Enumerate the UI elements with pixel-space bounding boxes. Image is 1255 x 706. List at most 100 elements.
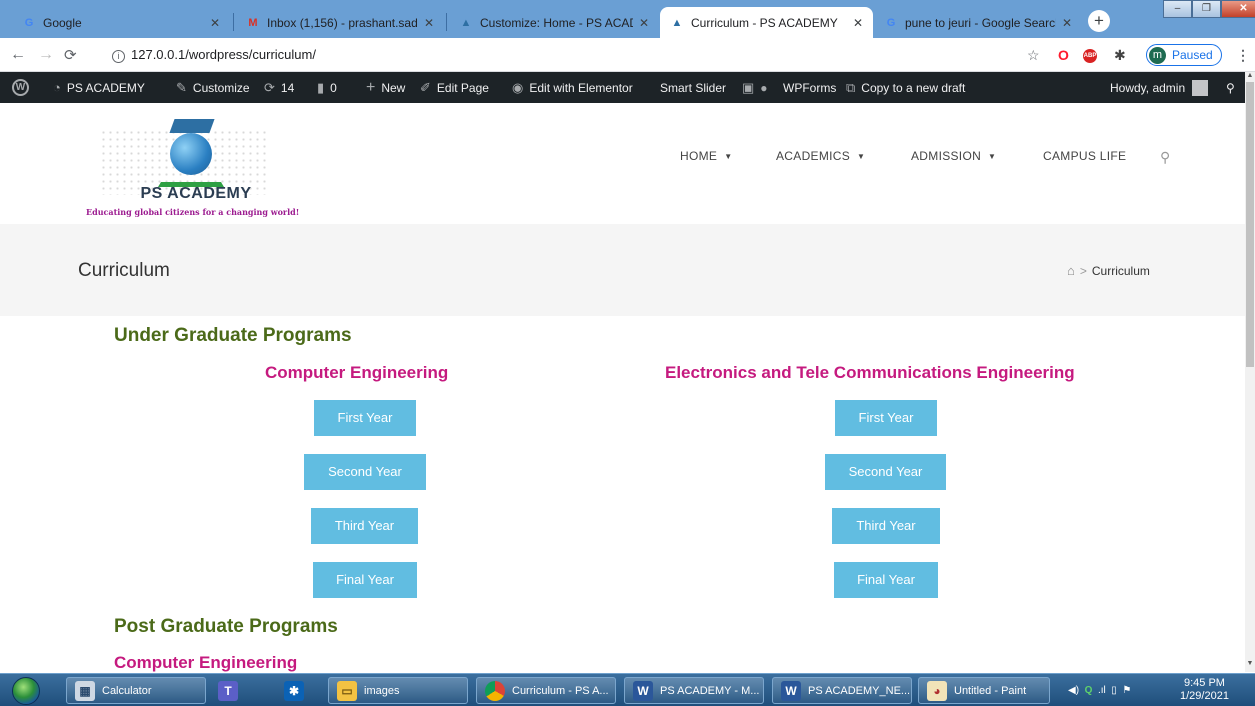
wp-new-label: New	[381, 80, 406, 95]
pg-program-title-computer: Computer Engineering	[114, 653, 298, 672]
signal-icon[interactable]: .ıl	[1098, 685, 1106, 696]
wp-wpforms[interactable]: WPForms	[783, 72, 836, 103]
minimize-button[interactable]: –	[1163, 0, 1192, 18]
close-tab-icon[interactable]: ✕	[424, 16, 434, 30]
yoast-icon: ▣	[742, 79, 755, 95]
taskbar-word-1[interactable]: W PS ACADEMY - M...	[624, 677, 764, 704]
wp-search-icon[interactable]: ⚲	[1226, 72, 1235, 103]
search-icon[interactable]: ⚲	[1160, 149, 1171, 166]
scrollbar-thumb[interactable]	[1246, 82, 1254, 367]
graduation-cap-icon	[169, 119, 215, 133]
close-tab-icon[interactable]: ✕	[853, 16, 863, 30]
tab-google-search[interactable]: G pune to jeuri - Google Search ✕	[874, 7, 1082, 38]
wordpress-logo-icon[interactable]: W	[12, 72, 29, 103]
taskbar-label: Calculator	[102, 684, 152, 697]
entc-first-year-button[interactable]: First Year	[835, 400, 937, 436]
volume-icon[interactable]: ◀)	[1068, 685, 1079, 696]
page-scrollbar[interactable]: ▲ ▼	[1245, 72, 1255, 672]
tab-curriculum[interactable]: ▲ Curriculum - PS ACADEMY ✕	[660, 7, 873, 38]
globe-icon	[170, 133, 212, 175]
wp-smart-slider[interactable]: Smart Slider	[660, 72, 726, 103]
back-arrow-icon[interactable]: ←	[10, 46, 26, 64]
breadcrumb: ⌂ > Curriculum	[1067, 263, 1150, 278]
reload-icon[interactable]: ⟳	[64, 46, 77, 64]
computer-first-year-button[interactable]: First Year	[314, 400, 416, 436]
taskbar-label: Curriculum - PS A...	[512, 684, 609, 697]
wp-new[interactable]: + New	[366, 72, 405, 103]
wp-edit-page-label: Edit Page	[436, 80, 489, 95]
google-g-icon: G	[24, 16, 34, 29]
nav-label: ADMISSION	[911, 149, 982, 163]
wp-edit-page[interactable]: ✐ Edit Page	[420, 72, 489, 103]
wp-smart-slider-label: Smart Slider	[660, 80, 727, 95]
computer-third-year-button[interactable]: Third Year	[311, 508, 418, 544]
maximize-button[interactable]: ❐	[1192, 0, 1221, 18]
nav-academics[interactable]: ACADEMICS ▼	[776, 149, 865, 163]
ug-heading: Under Graduate Programs	[114, 325, 352, 346]
taskbar-chrome[interactable]: Curriculum - PS A...	[476, 677, 616, 704]
site-logo[interactable]: PS ACADEMY Educating global citizens for…	[86, 119, 316, 221]
address-bar-row: ← → ⟳ i 127.0.0.1/wordpress/curriculum/ ☆…	[0, 38, 1255, 72]
profile-button[interactable]: m Paused	[1146, 44, 1222, 66]
wp-comments[interactable]: ▮ 0	[317, 72, 337, 103]
wp-customize[interactable]: ✎ Customize	[176, 72, 250, 103]
entc-third-year-button[interactable]: Third Year	[832, 508, 940, 544]
wp-edit-elementor[interactable]: ◉ Edit with Elementor	[512, 72, 633, 103]
scroll-up-icon[interactable]: ▲	[1245, 72, 1255, 79]
taskbar-label: images	[364, 684, 400, 697]
nav-campus-life[interactable]: CAMPUS LIFE	[1043, 149, 1126, 163]
close-tab-icon[interactable]: ✕	[210, 16, 220, 30]
entc-final-year-button[interactable]: Final Year	[834, 562, 938, 598]
wp-customize-label: Customize	[192, 80, 250, 95]
entc-second-year-button[interactable]: Second Year	[825, 454, 946, 490]
adblock-icon[interactable]: ABP	[1083, 49, 1097, 63]
home-icon[interactable]: ⌂	[1067, 263, 1075, 278]
taskbar-calculator[interactable]: ▦ Calculator	[66, 677, 206, 704]
brush-icon: ✎	[176, 79, 187, 95]
close-tab-icon[interactable]: ✕	[639, 16, 649, 30]
computer-second-year-button[interactable]: Second Year	[304, 454, 426, 490]
bluetooth-icon: ✱	[284, 680, 304, 701]
security-icon[interactable]: Q	[1085, 685, 1093, 696]
url-field[interactable]: i 127.0.0.1/wordpress/curriculum/	[112, 47, 316, 63]
bookmark-star-icon[interactable]: ☆	[1027, 47, 1040, 64]
taskbar-paint[interactable]: ◕ Untitled - Paint	[918, 677, 1050, 704]
extensions-puzzle-icon[interactable]: ✱	[1114, 47, 1126, 64]
taskbar-label: PS ACADEMY - M...	[660, 684, 760, 697]
nav-admission[interactable]: ADMISSION ▼	[911, 149, 996, 163]
computer-final-year-button[interactable]: Final Year	[313, 562, 417, 598]
wp-site-name[interactable]: ◔ PS ACADEMY	[53, 72, 145, 103]
taskbar-bluetooth[interactable]: ✱	[276, 677, 312, 704]
taskbar-word-2[interactable]: W PS ACADEMY_NE...	[772, 677, 912, 704]
pencil-icon: ✐	[420, 79, 431, 95]
chrome-icon	[485, 680, 505, 701]
start-button[interactable]	[12, 677, 40, 705]
close-tab-icon[interactable]: ✕	[1062, 16, 1072, 30]
new-tab-button[interactable]: +	[1088, 10, 1110, 32]
system-tray[interactable]: ◀) Q .ıl ▯ ⚑	[1060, 677, 1160, 704]
tab-google[interactable]: G Google ✕	[12, 7, 230, 38]
updates-icon: ⟳	[264, 79, 275, 95]
wp-howdy[interactable]: Howdy, admin	[1110, 72, 1209, 103]
academy-icon: ▲	[460, 16, 472, 29]
nav-home[interactable]: HOME ▼	[680, 149, 732, 163]
word-icon: W	[633, 680, 653, 701]
browser-menu-icon[interactable]: ⋮	[1236, 47, 1250, 64]
close-window-button[interactable]: ✕	[1221, 0, 1255, 18]
action-center-flag-icon[interactable]: ⚑	[1122, 685, 1131, 696]
forward-arrow-icon[interactable]: →	[38, 46, 54, 64]
clock[interactable]: 9:45 PM 1/29/2021	[1180, 677, 1229, 703]
scroll-down-icon[interactable]: ▼	[1245, 660, 1255, 667]
tab-title: Google	[43, 15, 82, 30]
wp-yoast[interactable]: ▣ ●	[742, 72, 768, 103]
academy-icon: ▲	[671, 16, 683, 29]
taskbar-images-folder[interactable]: ▭ images	[328, 677, 468, 704]
wp-copy-draft[interactable]: ⧉ Copy to a new draft	[846, 72, 965, 103]
info-icon[interactable]: i	[112, 50, 125, 63]
opera-icon[interactable]: O	[1058, 47, 1069, 63]
tab-customize[interactable]: ▲ Customize: Home - PS ACADEM ✕	[449, 7, 659, 38]
tab-gmail[interactable]: M Inbox (1,156) - prashant.sadaph ✕	[236, 7, 444, 38]
battery-icon[interactable]: ▯	[1111, 685, 1117, 696]
taskbar-teams[interactable]: T	[210, 677, 248, 704]
wp-updates[interactable]: ⟳ 14	[264, 72, 294, 103]
